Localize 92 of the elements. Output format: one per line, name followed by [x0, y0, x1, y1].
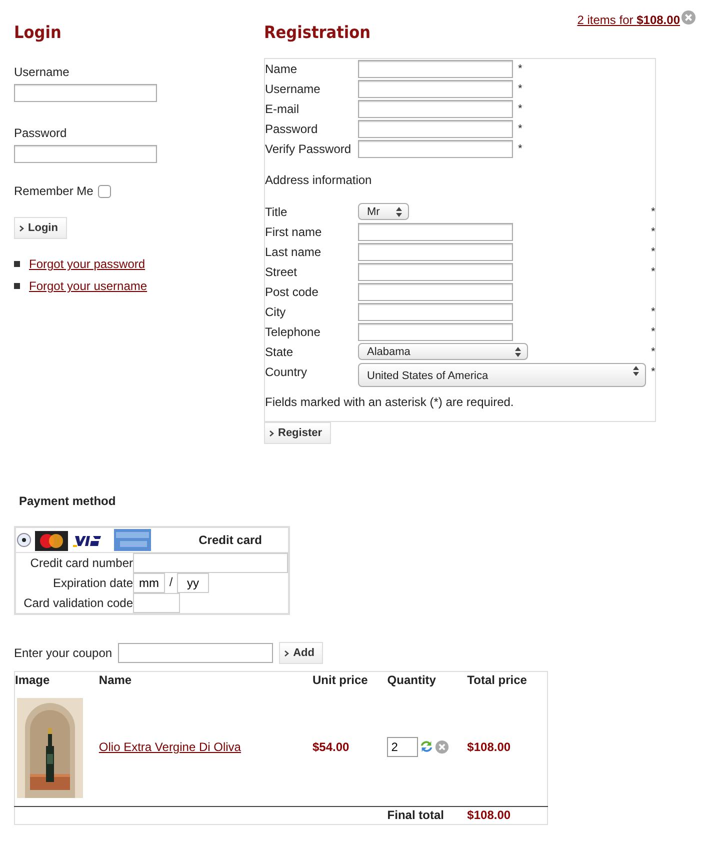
close-icon[interactable]: [681, 10, 696, 25]
method-label: Credit card: [198, 533, 262, 547]
text-field[interactable]: [358, 263, 513, 281]
required-mark: *: [650, 345, 656, 360]
required-mark: *: [517, 142, 522, 157]
field-label: State: [265, 344, 294, 361]
field-label: City: [265, 304, 287, 321]
text-field[interactable]: [358, 80, 513, 98]
select-dropdown[interactable]: Mr: [358, 203, 409, 220]
field-label: Post code: [265, 284, 320, 301]
field-label: Username: [265, 81, 322, 98]
bullet-icon: [14, 261, 20, 267]
required-mark: *: [517, 62, 522, 77]
login-button[interactable]: Login: [14, 217, 67, 239]
payment-title: Payment method: [19, 494, 117, 508]
select-dropdown[interactable]: United States of America: [358, 363, 646, 387]
required-mark: *: [517, 122, 522, 137]
date-separator: /: [168, 574, 174, 591]
text-field[interactable]: [358, 100, 513, 118]
required-mark: *: [650, 365, 656, 380]
field-label: Country: [265, 364, 308, 381]
text-field[interactable]: [358, 243, 513, 261]
caret-icon: [284, 650, 290, 656]
final-total: $108.00: [467, 808, 511, 822]
radio-button[interactable]: [17, 533, 31, 547]
text-field[interactable]: [358, 60, 513, 78]
cart-summary-link[interactable]: 2 items for $108.00: [577, 13, 680, 27]
field-label: Title: [265, 204, 288, 221]
field-label: Password: [265, 121, 319, 138]
register-button[interactable]: Register: [264, 422, 332, 444]
bullet-icon: [14, 283, 20, 289]
select-dropdown[interactable]: Alabama: [358, 343, 528, 360]
required-mark: *: [650, 325, 656, 340]
column-header: Unit price: [312, 673, 368, 687]
forgot-link[interactable]: Forgot your password: [29, 257, 146, 271]
cvc-field[interactable]: [133, 593, 180, 613]
final-total-label: Final total: [387, 808, 444, 822]
required-mark: *: [650, 265, 656, 280]
required-mark: *: [650, 225, 656, 240]
field-label: E-mail: [265, 101, 300, 118]
column-header: Name: [98, 673, 132, 687]
updown-arrows-icon: [633, 366, 639, 376]
row-total: $108.00: [467, 740, 511, 754]
field-label: Telephone: [265, 324, 322, 341]
year-field[interactable]: yy: [177, 573, 209, 593]
field-label: Card validation code: [22, 595, 133, 612]
text-field[interactable]: [358, 303, 513, 321]
field-label: Password: [14, 126, 68, 140]
text-field[interactable]: [358, 120, 513, 138]
forgot-link[interactable]: Forgot your username: [29, 279, 148, 293]
text-field[interactable]: [358, 323, 513, 341]
text-field[interactable]: [358, 140, 513, 158]
updown-arrows-icon: [396, 206, 402, 216]
field-label: Street: [265, 264, 298, 281]
card-number-field[interactable]: [133, 553, 288, 573]
field-label: Credit card number: [29, 555, 133, 572]
caret-icon: [19, 224, 24, 232]
month-field[interactable]: mm: [133, 573, 165, 593]
column-header: Image: [15, 673, 50, 687]
caret-icon: [269, 430, 274, 436]
required-mark: *: [517, 102, 522, 117]
login-title: Login: [14, 22, 62, 45]
quantity-field[interactable]: 2: [387, 736, 418, 757]
coupon-label: Enter your coupon: [14, 646, 112, 660]
remember-checkbox[interactable]: [98, 184, 112, 198]
remember-label: Remember Me: [14, 184, 94, 198]
column-header: Total price: [467, 673, 527, 687]
field-label: Verify Password: [265, 141, 352, 158]
field-label: First name: [265, 224, 323, 241]
field-label: Last name: [265, 244, 322, 261]
required-mark: *: [650, 305, 656, 320]
text-field[interactable]: [358, 223, 513, 241]
field-label: Expiration date: [52, 575, 133, 592]
field-label: Name: [265, 61, 298, 78]
refresh-icon[interactable]: [419, 739, 434, 754]
remove-icon[interactable]: [435, 740, 450, 754]
coupon-field[interactable]: [118, 643, 274, 663]
updown-arrows-icon: [515, 346, 521, 356]
text-field[interactable]: [358, 283, 513, 301]
required-mark: *: [650, 245, 656, 260]
text-field[interactable]: [14, 145, 157, 163]
unit-price: $54.00: [312, 740, 350, 754]
required-mark: *: [517, 82, 522, 97]
required-note: Fields marked with an asterisk (*) are required.: [265, 395, 515, 409]
product-link[interactable]: Olio Extra Vergine Di Oliva: [98, 740, 241, 754]
required-mark: *: [650, 205, 656, 220]
field-label: Username: [14, 65, 70, 79]
section-title: Address information: [265, 173, 373, 187]
registration-title: Registration: [264, 22, 371, 45]
add-button[interactable]: Add: [279, 642, 324, 664]
column-header: Quantity: [387, 673, 436, 687]
text-field[interactable]: [14, 84, 157, 102]
